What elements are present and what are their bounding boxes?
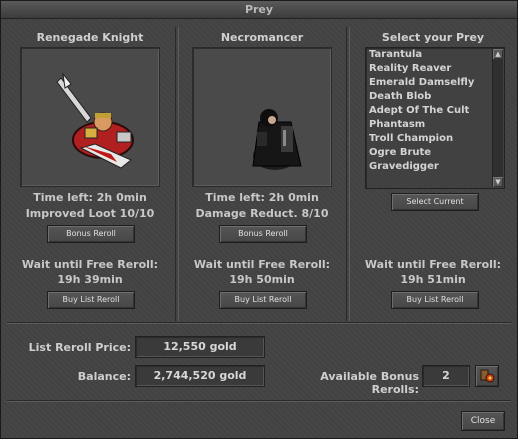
list-item[interactable]: Gravedigger (369, 160, 439, 174)
balance-label: Balance: (77, 370, 131, 383)
bonus-reroll-icon[interactable] (475, 365, 499, 387)
necromancer-sprite (252, 109, 302, 170)
prey-slot-1: Renegade Knight Time left: 2h 0min Impro… (7, 25, 173, 321)
list-item[interactable]: Adept Of The Cult (369, 104, 469, 118)
bonus-reroll-button[interactable]: Bonus Reroll (47, 225, 135, 243)
list-item[interactable]: Reality Reaver (369, 62, 451, 76)
creature-portrait (20, 47, 160, 187)
prey-selection-list[interactable]: Tarantula Reality Reaver Emerald Damself… (365, 47, 505, 189)
column-divider (346, 27, 350, 321)
available-bonus-rerolls-value: 2 (422, 365, 470, 387)
bonus-text: Improved Loot 10/10 (25, 207, 155, 220)
close-button[interactable]: Close (461, 411, 505, 431)
scroll-up-icon[interactable]: ▲ (493, 49, 503, 59)
wait-free-reroll-time: 19h 39min (57, 273, 123, 286)
select-prey-title: Select your Prey (381, 31, 485, 44)
wait-free-reroll-label: Wait until Free Reroll: (193, 258, 331, 271)
prey-window: Prey Renegade Knight Time left: 2h 0min … (0, 0, 518, 439)
scroll-down-icon[interactable]: ▼ (493, 177, 503, 187)
list-item[interactable]: Death Blob (369, 90, 431, 104)
list-item[interactable]: Phantasm (369, 118, 425, 132)
available-bonus-rerolls-label: Available Bonus Rerolls: (320, 370, 419, 396)
buy-list-reroll-button[interactable]: Buy List Reroll (47, 291, 135, 309)
time-left: Time left: 2h 0min (205, 191, 319, 204)
list-reroll-price-label: List Reroll Price: (28, 341, 131, 354)
bonus-text: Damage Reduct. 8/10 (195, 207, 329, 220)
select-current-button[interactable]: Select Current (391, 193, 479, 211)
bonus-reroll-icon (480, 369, 495, 383)
list-item[interactable]: Troll Champion (369, 132, 453, 146)
balance-value: 2,744,520 gold (135, 365, 265, 387)
bonus-reroll-button[interactable]: Bonus Reroll (219, 225, 307, 243)
wait-free-reroll-label: Wait until Free Reroll: (364, 258, 502, 271)
slot-creature-name: Renegade Knight (36, 31, 144, 44)
list-scrollbar[interactable]: ▲ ▼ (492, 49, 503, 187)
wait-free-reroll-time: 19h 51min (400, 273, 466, 286)
wait-free-reroll-label: Wait until Free Reroll: (21, 258, 159, 271)
renegade-knight-sprite (56, 72, 134, 169)
list-item[interactable]: Ogre Brute (369, 146, 431, 160)
buy-list-reroll-button[interactable]: Buy List Reroll (391, 291, 479, 309)
time-left: Time left: 2h 0min (33, 191, 147, 204)
section-divider (7, 322, 511, 324)
list-item[interactable]: Emerald Damselfly (369, 76, 474, 90)
creature-portrait (192, 47, 332, 187)
window-title: Prey (1, 1, 517, 19)
prey-slot-2: Necromancer Time left: 2h 0min Damage Re… (179, 25, 345, 321)
buy-list-reroll-button[interactable]: Buy List Reroll (219, 291, 307, 309)
list-item[interactable]: Tarantula (369, 48, 422, 62)
section-divider (7, 400, 511, 402)
wait-free-reroll-time: 19h 50min (229, 273, 295, 286)
list-reroll-price-value: 12,550 gold (135, 336, 265, 358)
slot-creature-name: Necromancer (220, 31, 304, 44)
